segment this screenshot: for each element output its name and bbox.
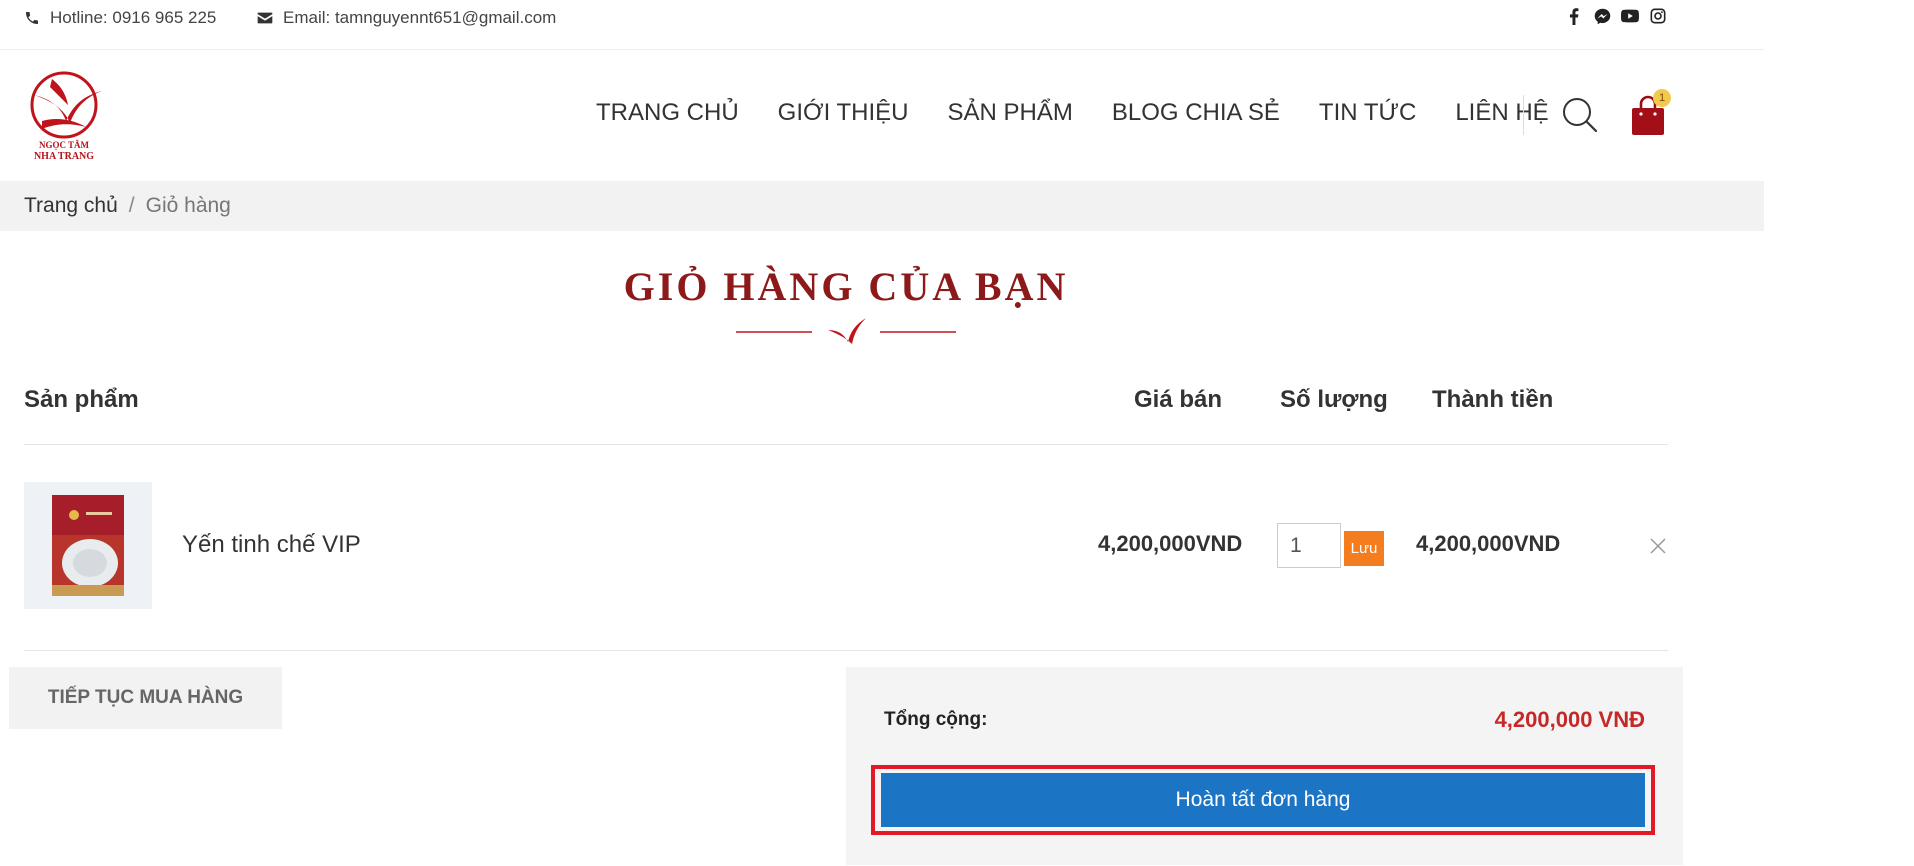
quantity-input[interactable]	[1277, 523, 1341, 568]
youtube-icon[interactable]	[1621, 7, 1639, 25]
order-summary: Tổng cộng: 4,200,000 VNĐ Hoàn tất đơn hà…	[846, 667, 1683, 865]
site-header: NGỌC TÂM NHA TRANG TRANG CHỦ GIỚI THIỆU …	[0, 51, 1764, 181]
product-price: 4,200,000VND	[1098, 531, 1243, 556]
email-text: Email: tamnguyennt651@gmail.com	[283, 8, 557, 27]
continue-shopping-button[interactable]: TIẾP TỤC MUA HÀNG	[9, 667, 282, 729]
table-divider	[24, 650, 1668, 651]
search-icon	[1563, 98, 1598, 133]
messenger-icon[interactable]	[1593, 7, 1611, 25]
phone-icon	[26, 12, 38, 24]
table-divider	[24, 444, 1668, 445]
breadcrumb-separator: /	[128, 194, 135, 217]
logo-line-2: NHA TRANG	[33, 151, 95, 162]
nav-item-contact[interactable]: LIÊN HỆ	[1455, 99, 1548, 127]
nav-item-blog[interactable]: BLOG CHIA SẺ	[1112, 99, 1280, 127]
nav-item-products[interactable]: SẢN PHẨM	[948, 99, 1073, 127]
nav-divider	[1523, 95, 1524, 135]
site-logo[interactable]: NGỌC TÂM NHA TRANG	[22, 69, 106, 165]
cart-button[interactable]: 1	[1630, 89, 1672, 137]
hotline-text: Hotline: 0916 965 225	[50, 8, 217, 27]
column-header-price: Giá bán	[1134, 386, 1223, 413]
column-header-quantity: Số lượng	[1280, 386, 1388, 413]
swallow-logo-icon	[30, 71, 102, 139]
product-name[interactable]: Yến tinh chế VIP	[182, 531, 361, 559]
swallow-divider-icon	[736, 318, 956, 344]
line-total: 4,200,000VND	[1416, 531, 1561, 556]
checkout-highlight: Hoàn tất đơn hàng	[871, 765, 1655, 835]
page-title: GIỎ HÀNG CỦA BẠN	[623, 264, 1069, 309]
instagram-icon[interactable]	[1649, 7, 1667, 25]
column-header-total: Thành tiền	[1432, 386, 1554, 413]
remove-item-button[interactable]	[1648, 536, 1668, 556]
search-button[interactable]	[1560, 95, 1600, 135]
cart-count-badge: 1	[1653, 89, 1671, 107]
logo-line-1: NGỌC TÂM	[38, 140, 90, 150]
total-amount: 4,200,000 VNĐ	[1494, 707, 1645, 732]
top-bar: Hotline: 0916 965 225 Email: tamnguyennt…	[0, 0, 1764, 50]
checkout-button[interactable]: Hoàn tất đơn hàng	[881, 773, 1645, 827]
facebook-icon[interactable]	[1565, 7, 1583, 25]
breadcrumb-home[interactable]: Trang chủ	[24, 194, 118, 218]
hotline[interactable]: Hotline: 0916 965 225	[24, 8, 216, 28]
save-quantity-button[interactable]: Lưu	[1344, 531, 1384, 566]
nav-item-news[interactable]: TIN TỨC	[1319, 99, 1416, 127]
product-thumbnail[interactable]	[24, 482, 152, 609]
breadcrumb: Trang chủ / Giỏ hàng	[0, 181, 1764, 231]
nav-item-home[interactable]: TRANG CHỦ	[596, 99, 739, 127]
nav-item-about[interactable]: GIỚI THIỆU	[778, 99, 909, 127]
total-label: Tổng cộng:	[884, 709, 988, 730]
envelope-icon	[257, 12, 273, 24]
close-icon	[1650, 538, 1666, 554]
product-image	[52, 495, 124, 596]
email-contact[interactable]: Email: tamnguyennt651@gmail.com	[257, 8, 556, 28]
column-header-product: Sản phẩm	[24, 386, 139, 413]
breadcrumb-current: Giỏ hàng	[145, 194, 231, 217]
main-nav: TRANG CHỦ GIỚI THIỆU SẢN PHẨM BLOG CHIA …	[596, 99, 1588, 127]
social-links	[1565, 7, 1667, 25]
